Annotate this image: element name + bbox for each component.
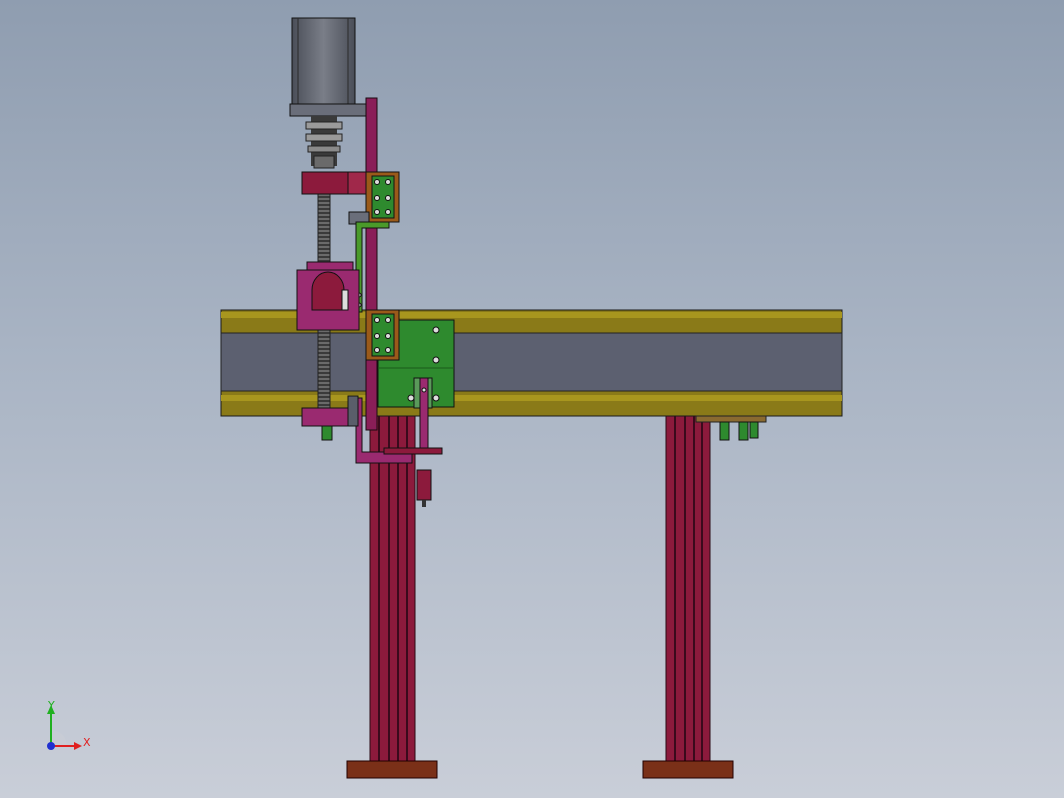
vertical-mount-plate [365, 97, 378, 431]
screw-nut-carriage [296, 261, 360, 331]
lower-bearing-block [301, 407, 349, 441]
left-support-column [346, 414, 438, 779]
y-axis-label: Y [48, 699, 55, 712]
lower-linear-slider [365, 309, 400, 361]
servo-motor [289, 17, 367, 117]
gantry-assembly-drawing [220, 17, 843, 779]
upper-linear-slider [365, 171, 400, 223]
x-axis-label: X [83, 736, 91, 749]
upper-bearing-block [301, 171, 371, 195]
shaft-coupling [305, 116, 343, 169]
cad-viewport[interactable]: Y X [0, 0, 1064, 798]
z-axis-dot-icon [47, 742, 55, 750]
right-support-column [642, 414, 734, 779]
